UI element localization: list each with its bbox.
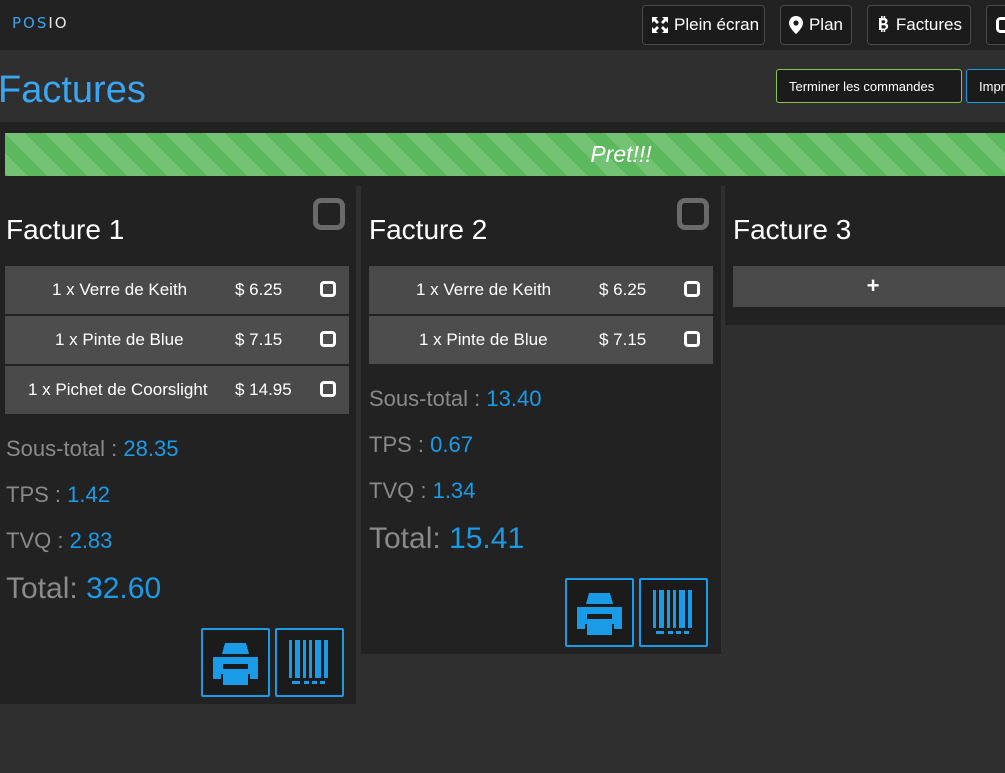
total-value: 32.60 [86,572,162,605]
print-icon [577,593,622,635]
total-row: Total: 15.41 [369,522,524,556]
tvq-row: TVQ : 2.83 [6,528,112,554]
invoice-panel-2: Facture 2 1 x Verre de Keith $ 6.25 1 x … [361,186,721,654]
tvq-value: 1.34 [432,478,476,503]
invoice-title: Facture 1 [6,214,125,245]
barcode-invoice-button[interactable] [639,578,708,647]
item-checkbox[interactable] [320,281,336,297]
status-progress-bar: Pret!!! [5,133,1005,176]
brand-part-pos: POS [12,14,49,32]
top-navbar: POSIO Plein écran Plan Factures [0,0,1005,50]
print-invoice-button[interactable] [201,628,270,697]
invoice-item[interactable]: 1 x Pinte de Blue $ 7.15 [5,316,349,364]
invoice-item[interactable]: 1 x Pinte de Blue $ 7.15 [369,316,713,364]
subtotal-label: Sous-total : [369,386,481,411]
tps-row: TPS : 0.67 [369,432,473,458]
item-checkbox[interactable] [684,281,700,297]
subtotal-row: Sous-total : 13.40 [369,386,541,412]
subtotal-label: Sous-total : [6,436,118,461]
map-marker-icon [789,16,804,34]
total-value: 15.41 [449,522,525,555]
invoice-panel-3: Facture 3 + [725,186,1005,325]
finish-orders-button[interactable]: Terminer les commandes [776,69,962,103]
print-button[interactable]: Impr [966,69,1005,103]
invoice-select-checkbox[interactable] [313,198,345,230]
print-icon [213,643,258,685]
tps-value: 1.42 [67,482,110,507]
item-name: 1 x Pichet de Coorslight [28,380,208,399]
invoice-item[interactable]: 1 x Verre de Keith $ 6.25 [369,266,713,314]
barcode-invoice-button[interactable] [275,628,344,697]
tps-label: TPS : [369,432,425,457]
item-name: 1 x Verre de Keith [52,280,188,299]
invoice-panel-1: Facture 1 1 x Verre de Keith $ 6.25 1 x … [0,186,356,704]
extra-nav-button[interactable] [986,5,1005,45]
invoice-item[interactable]: 1 x Pichet de Coorslight $ 14.95 [5,366,349,414]
fullscreen-button[interactable]: Plein écran [642,5,765,45]
plan-label: Plan [808,15,843,34]
status-label: Pret!!! [590,141,652,167]
item-name: 1 x Verre de Keith [416,280,552,299]
item-price: $ 14.95 [235,380,292,399]
item-name: 1 x Pinte de Blue [55,330,184,349]
square-icon [995,16,1005,34]
invoice-title: Facture 3 [733,214,852,245]
tvq-value: 2.83 [69,528,113,553]
factures-nav-label: Factures [895,15,962,34]
plan-button[interactable]: Plan [780,5,852,45]
item-name: 1 x Pinte de Blue [419,330,548,349]
subtotal-value: 28.35 [123,436,179,461]
barcode-icon [289,640,328,684]
tps-label: TPS : [6,482,62,507]
total-row: Total: 32.60 [6,572,161,606]
print-invoice-button[interactable] [565,578,634,647]
subtotal-value: 13.40 [486,386,542,411]
brand-part-io: IO [48,14,69,32]
subtotal-row: Sous-total : 28.35 [6,436,178,462]
item-price: $ 7.15 [599,330,647,349]
tps-value: 0.67 [430,432,473,457]
page-title: Factures [0,69,146,111]
item-price: $ 6.25 [235,280,283,299]
invoice-item[interactable]: 1 x Verre de Keith $ 6.25 [5,266,349,314]
tps-row: TPS : 1.42 [6,482,110,508]
item-checkbox[interactable] [684,331,700,347]
brand-logo[interactable]: POSIO [12,14,69,32]
item-checkbox[interactable] [320,381,336,397]
bitcoin-icon [876,16,891,34]
fullscreen-label: Plein écran [674,15,760,34]
add-item-button[interactable]: + [733,266,1005,307]
tvq-label: TVQ : [369,478,427,503]
factures-nav-button[interactable]: Factures [867,5,971,45]
expand-icon [651,16,669,34]
tvq-row: TVQ : 1.34 [369,478,475,504]
total-label: Total: [6,572,78,605]
item-checkbox[interactable] [320,331,336,347]
total-label: Total: [369,522,441,555]
invoice-title: Facture 2 [369,214,488,245]
item-price: $ 6.25 [599,280,647,299]
invoice-select-checkbox[interactable] [677,198,709,230]
barcode-icon [653,590,692,634]
tvq-label: TVQ : [6,528,64,553]
item-price: $ 7.15 [235,330,283,349]
